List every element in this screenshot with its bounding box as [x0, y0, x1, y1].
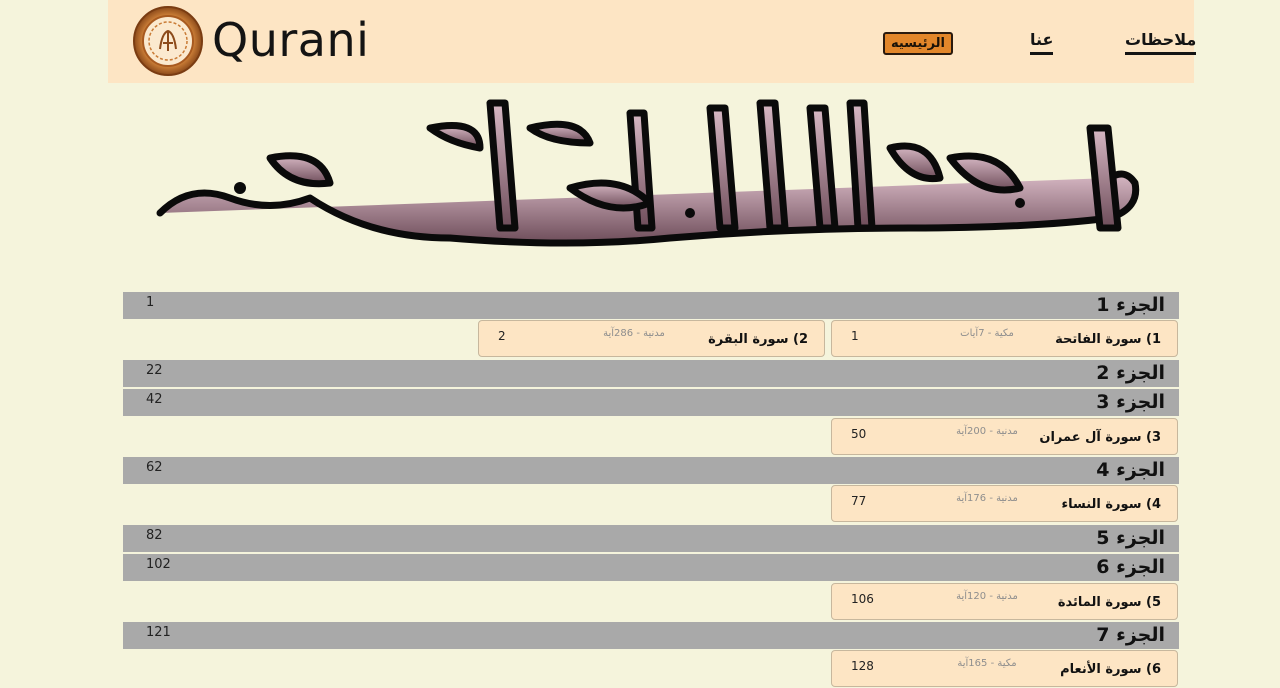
juz-header-1[interactable]: الجزء 1 1 — [123, 292, 1179, 319]
surah-card-al-imran[interactable]: 3) سورة آل عمران مدنية - 200آية 50 — [831, 418, 1178, 455]
surah-meta: مكية - 7آيات — [960, 328, 1014, 339]
juz-page-number: 82 — [146, 528, 163, 543]
surah-name: 3) سورة آل عمران — [1039, 430, 1161, 445]
top-header: Qurani الرئيسيه عنا ملاحظات — [108, 0, 1197, 83]
juz-title: الجزء 3 — [1096, 391, 1165, 413]
juz-title: الجزء 6 — [1096, 556, 1165, 578]
juz-title: الجزء 7 — [1096, 624, 1165, 646]
surah-card-an-nisa[interactable]: 4) سورة النساء مدنية - 176آية 77 — [831, 485, 1178, 522]
juz-title: الجزء 2 — [1096, 362, 1165, 384]
surah-name: 2) سورة البقرة — [708, 332, 808, 347]
surah-card-al-baqarah[interactable]: 2) سورة البقرة مدنية - 286آية 2 — [478, 320, 825, 357]
basmala-calligraphy-image — [156, 99, 1140, 247]
brand-title[interactable]: Qurani — [212, 10, 369, 70]
surah-card-al-anam[interactable]: 6) سورة الأنعام مكية - 165آية 128 — [831, 650, 1178, 687]
surah-name: 5) سورة المائدة — [1057, 595, 1161, 610]
surah-name: 6) سورة الأنعام — [1060, 662, 1161, 677]
surah-name: 4) سورة النساء — [1061, 497, 1161, 512]
surah-meta: مدنية - 176آية — [956, 493, 1018, 504]
surah-meta: مكية - 165آية — [957, 658, 1017, 669]
surah-meta: مدنية - 120آية — [956, 591, 1018, 602]
surah-meta: مدنية - 286آية — [603, 328, 665, 339]
surah-meta: مدنية - 200آية — [956, 426, 1018, 437]
nav-notes-link[interactable]: ملاحظات — [1125, 30, 1197, 55]
juz-header-4[interactable]: الجزء 4 62 — [123, 457, 1179, 484]
juz-page-number: 1 — [146, 295, 155, 310]
juz-header-3[interactable]: الجزء 3 42 — [123, 389, 1179, 416]
surah-page-number: 77 — [851, 494, 867, 508]
juz-page-number: 42 — [146, 392, 163, 407]
juz-header-2[interactable]: الجزء 2 22 — [123, 360, 1179, 387]
surah-page-number: 2 — [498, 329, 506, 343]
juz-page-number: 62 — [146, 460, 163, 475]
surah-page-number: 1 — [851, 329, 859, 343]
juz-page-number: 121 — [146, 625, 171, 640]
surah-card-al-fatiha[interactable]: 1) سورة الفاتحة مكية - 7آيات 1 — [831, 320, 1178, 357]
quran-logo-icon[interactable] — [132, 5, 204, 77]
juz-page-number: 22 — [146, 363, 163, 378]
juz-header-7[interactable]: الجزء 7 121 — [123, 622, 1179, 649]
juz-title: الجزء 4 — [1096, 459, 1165, 481]
surah-page-number: 128 — [851, 659, 874, 673]
juz-title: الجزء 1 — [1096, 294, 1165, 316]
juz-page-number: 102 — [146, 557, 171, 572]
surah-page-number: 106 — [851, 592, 874, 606]
juz-title: الجزء 5 — [1096, 527, 1165, 549]
surah-page-number: 50 — [851, 427, 867, 441]
juz-header-6[interactable]: الجزء 6 102 — [123, 554, 1179, 581]
nav-home-button[interactable]: الرئيسيه — [883, 32, 953, 55]
nav-about-link[interactable]: عنا — [1030, 30, 1054, 55]
surah-card-al-maidah[interactable]: 5) سورة المائدة مدنية - 120آية 106 — [831, 583, 1178, 620]
surah-name: 1) سورة الفاتحة — [1055, 332, 1161, 347]
juz-header-5[interactable]: الجزء 5 82 — [123, 525, 1179, 552]
